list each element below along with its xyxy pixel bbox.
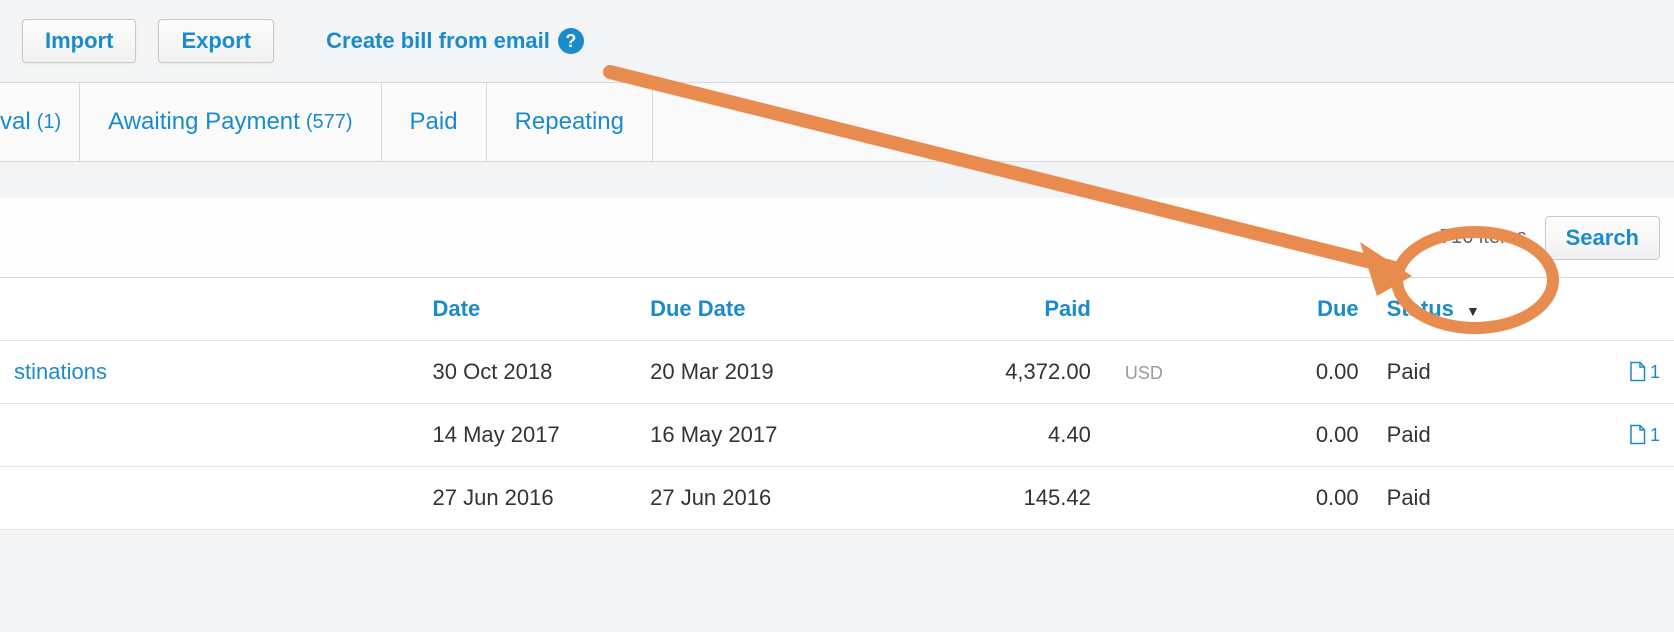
table-row: 27 Jun 201627 Jun 2016145.420.00Paid <box>0 467 1674 530</box>
tab-approval[interactable]: val (1) <box>0 83 80 161</box>
col-status[interactable]: Status ▼ <box>1373 278 1574 341</box>
col-desc[interactable] <box>0 278 419 341</box>
cell-desc <box>0 467 419 530</box>
create-bill-link[interactable]: Create bill from email ? <box>326 28 584 54</box>
tab-repeating[interactable]: Repeating <box>487 83 653 161</box>
file-icon <box>1628 361 1646 383</box>
cell-status: Paid <box>1373 341 1574 404</box>
cell-paid: 145.42 <box>870 467 1104 530</box>
cell-due-date: 16 May 2017 <box>636 404 870 467</box>
cell-due: 0.00 <box>1189 341 1373 404</box>
attach-count: 1 <box>1650 362 1660 383</box>
cell-date: 27 Jun 2016 <box>419 467 637 530</box>
cell-desc <box>0 404 419 467</box>
tab-label: Repeating <box>515 108 624 136</box>
col-due[interactable]: Due <box>1189 278 1373 341</box>
tab-count: (577) <box>306 111 353 134</box>
cell-attach[interactable]: 1 <box>1574 404 1674 467</box>
col-status-label: Status <box>1387 296 1454 321</box>
tabs: val (1) Awaiting Payment (577) Paid Repe… <box>0 82 1674 162</box>
table-row: stinations30 Oct 201820 Mar 20194,372.00… <box>0 341 1674 404</box>
help-icon[interactable]: ? <box>558 28 584 54</box>
cell-status: Paid <box>1373 404 1574 467</box>
col-paid[interactable]: Paid <box>870 278 1104 341</box>
tab-label: Paid <box>410 108 458 136</box>
cell-status: Paid <box>1373 467 1574 530</box>
header-row: Date Due Date Paid Due Status ▼ <box>0 278 1674 341</box>
cell-paid: 4.40 <box>870 404 1104 467</box>
tab-paid[interactable]: Paid <box>382 83 487 161</box>
file-icon <box>1628 424 1646 446</box>
attach-count: 1 <box>1650 425 1660 446</box>
cell-date: 14 May 2017 <box>419 404 637 467</box>
cell-attach <box>1574 467 1674 530</box>
cell-date: 30 Oct 2018 <box>419 341 637 404</box>
cell-currency: USD <box>1105 341 1189 404</box>
col-currency <box>1105 278 1189 341</box>
cell-currency <box>1105 404 1189 467</box>
cell-attach[interactable]: 1 <box>1574 341 1674 404</box>
tab-count: (1) <box>37 111 61 134</box>
export-button[interactable]: Export <box>158 19 274 63</box>
cell-currency <box>1105 467 1189 530</box>
bills-table: Date Due Date Paid Due Status ▼ stinatio… <box>0 278 1674 530</box>
toolbar: Import Export Create bill from email ? <box>0 0 1674 82</box>
tab-awaiting-payment[interactable]: Awaiting Payment (577) <box>80 83 381 161</box>
cell-due: 0.00 <box>1189 404 1373 467</box>
col-date[interactable]: Date <box>419 278 637 341</box>
search-button[interactable]: Search <box>1545 216 1660 260</box>
col-attach <box>1574 278 1674 341</box>
items-count: 716 items <box>1440 226 1527 249</box>
sort-desc-icon: ▼ <box>1466 303 1480 319</box>
table-row: 14 May 201716 May 20174.40 0.00Paid 1 <box>0 404 1674 467</box>
create-bill-label: Create bill from email <box>326 28 550 54</box>
tab-label: val <box>0 108 31 136</box>
cell-desc[interactable]: stinations <box>0 341 419 404</box>
cell-due-date: 27 Jun 2016 <box>636 467 870 530</box>
cell-due-date: 20 Mar 2019 <box>636 341 870 404</box>
tab-label: Awaiting Payment <box>108 108 300 136</box>
midbar: 716 items Search <box>0 198 1674 278</box>
col-due-date[interactable]: Due Date <box>636 278 870 341</box>
cell-paid: 4,372.00 <box>870 341 1104 404</box>
cell-due: 0.00 <box>1189 467 1373 530</box>
import-button[interactable]: Import <box>22 19 136 63</box>
